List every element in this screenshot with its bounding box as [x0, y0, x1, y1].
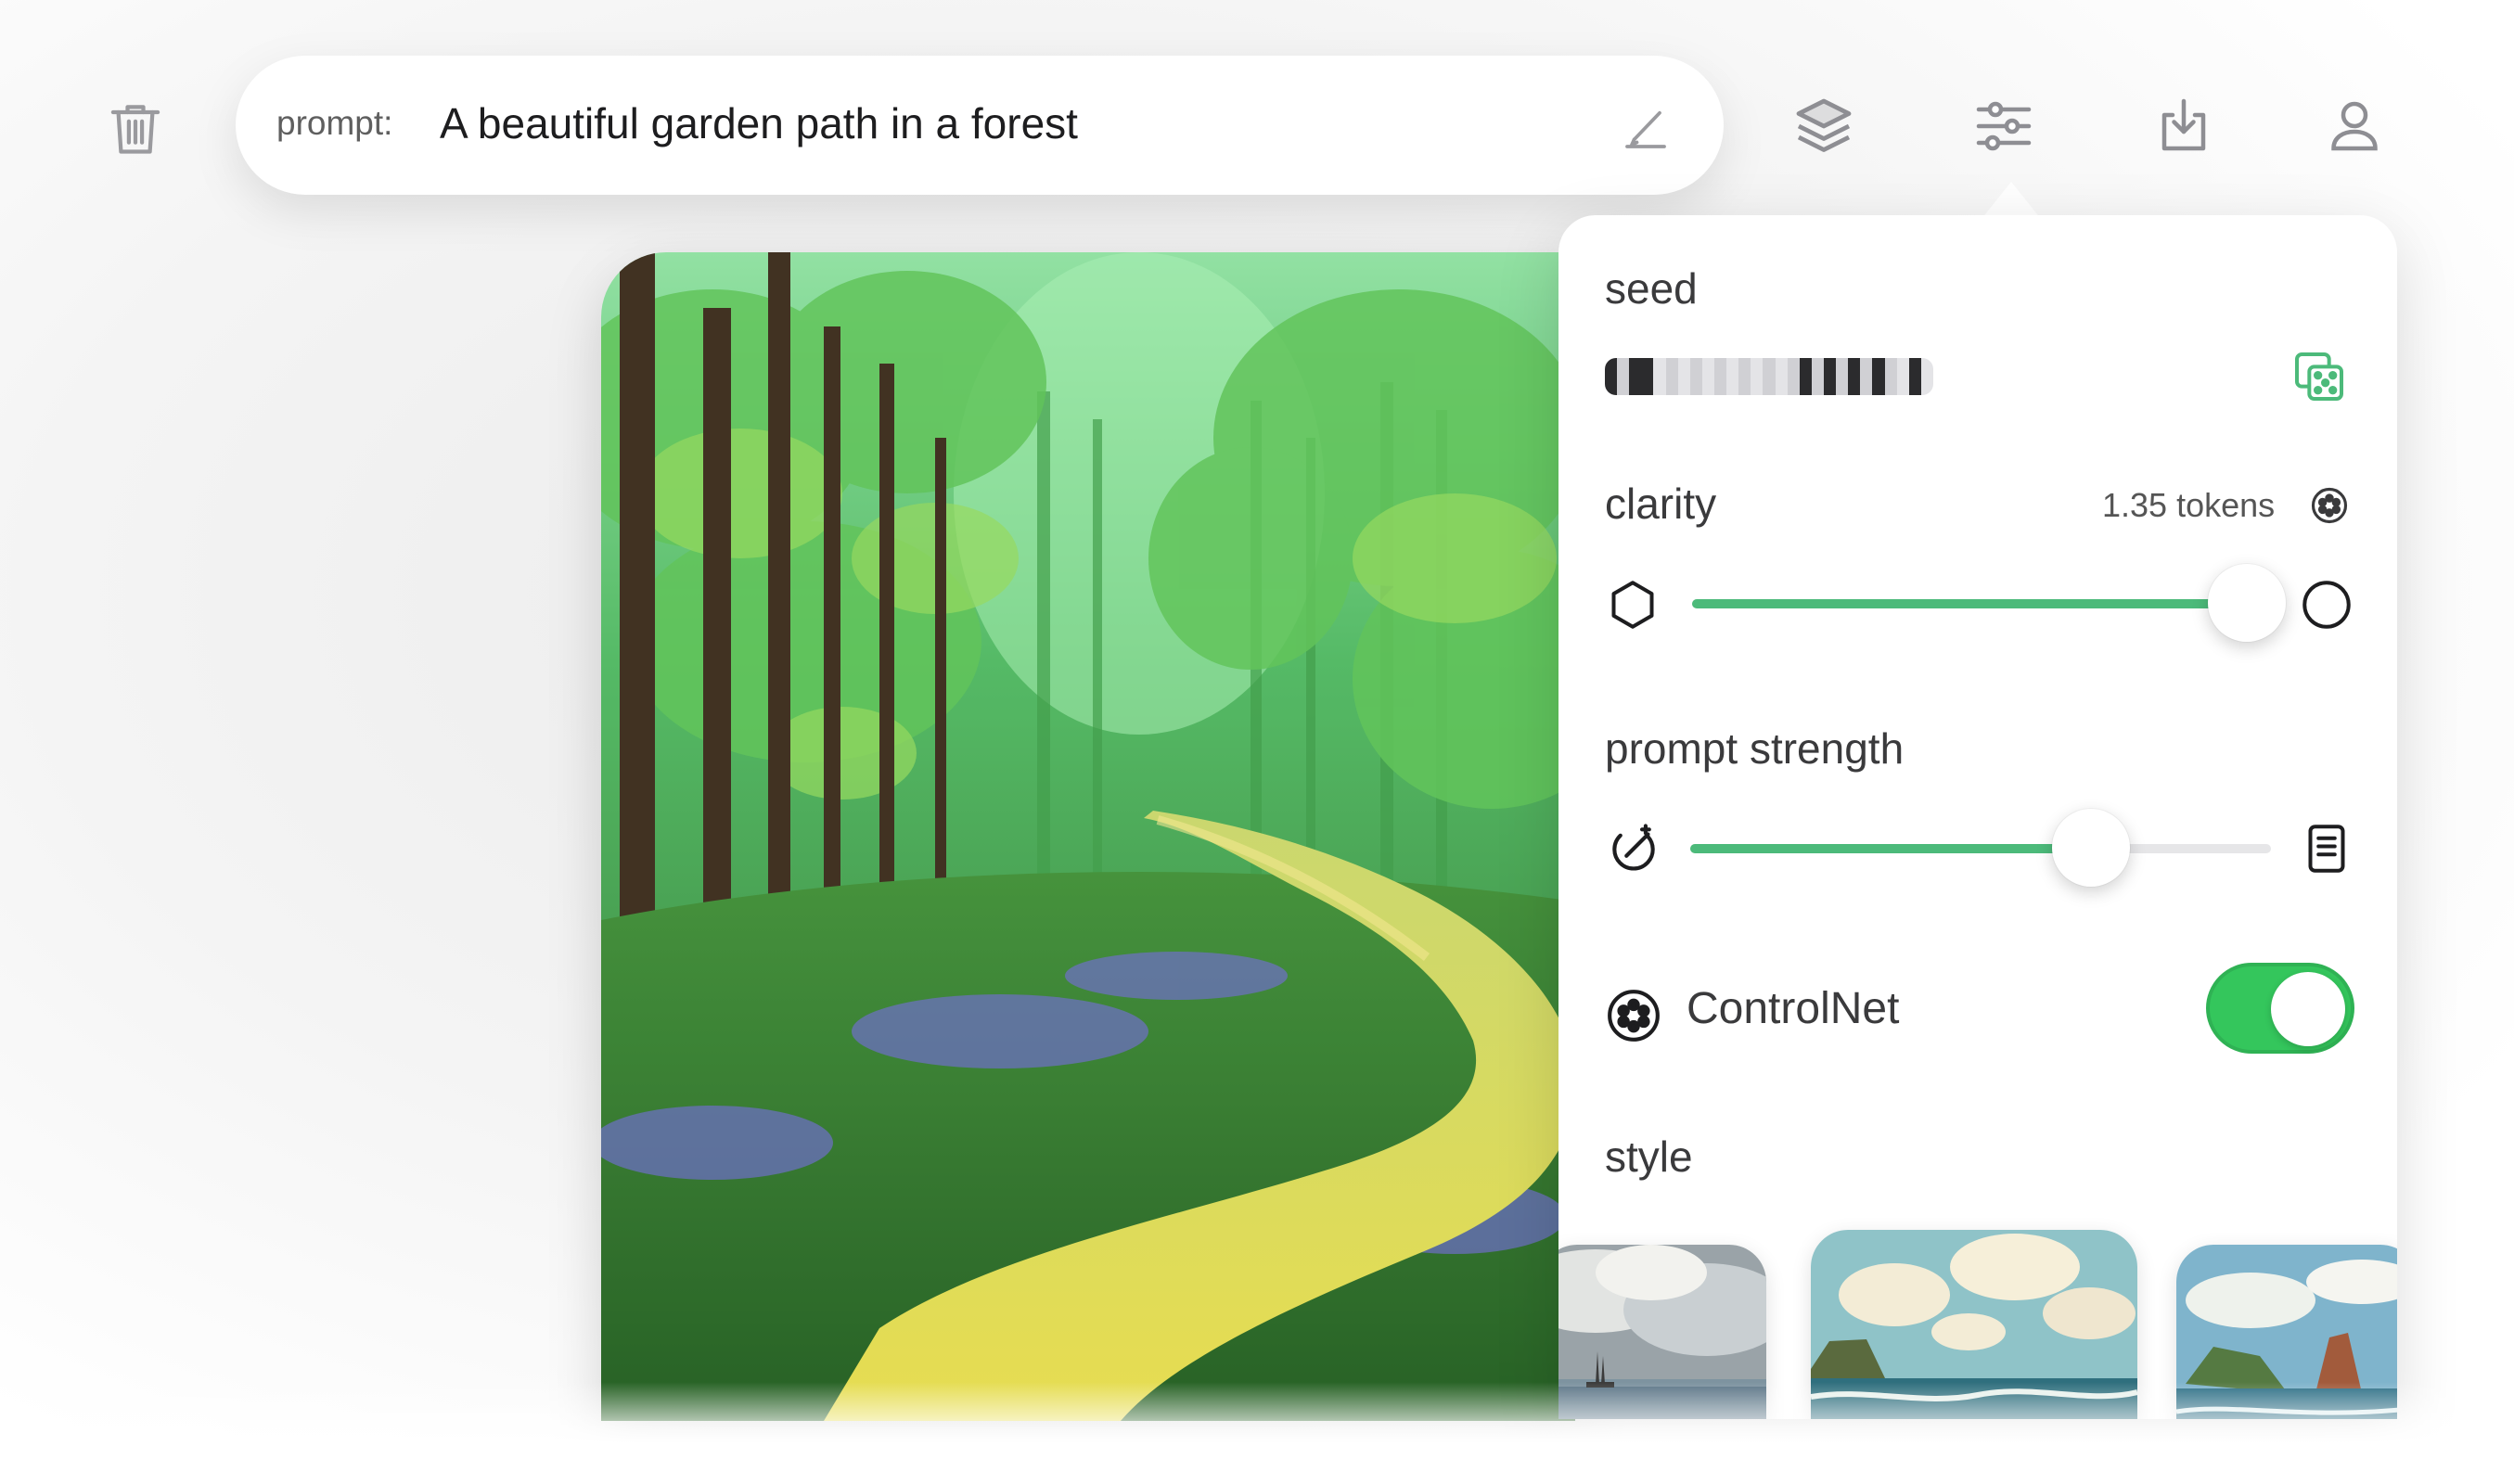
hexagon-icon — [1605, 577, 1661, 633]
seed-bar-segment — [1884, 358, 1897, 395]
seed-bar-segment — [1738, 358, 1751, 395]
dice-icon[interactable] — [2290, 347, 2349, 406]
seed-bar-segment — [1641, 358, 1654, 395]
seed-bar-segment — [1896, 358, 1909, 395]
seed-bar-segment — [1775, 358, 1788, 395]
seed-bar-segment — [1605, 358, 1618, 395]
download-icon[interactable] — [2150, 93, 2217, 160]
seed-bar-segment — [1799, 358, 1812, 395]
layers-icon[interactable] — [1790, 93, 1857, 160]
prompt-strength-label: prompt strength — [1605, 724, 1905, 773]
seed-bar-segment — [1908, 358, 1921, 395]
account-icon[interactable] — [2321, 93, 2388, 160]
trash-icon[interactable] — [104, 96, 167, 160]
prompt-strength-thumb[interactable] — [2051, 809, 2130, 887]
seed-bar-segment — [1751, 358, 1764, 395]
seed-label: seed — [1605, 264, 1698, 313]
prompt-strength-slider[interactable] — [1690, 809, 2271, 887]
clarity-label: clarity — [1605, 480, 1717, 528]
prompt-label: prompt: — [276, 104, 393, 142]
seed-barcode[interactable] — [1605, 358, 1933, 395]
circle-icon — [2299, 577, 2354, 633]
seed-bar-segment — [1860, 358, 1873, 395]
pen-icon[interactable] — [1618, 100, 1674, 156]
prompt-input[interactable]: A beautiful garden path in a forest — [440, 98, 1078, 148]
sliders-icon[interactable] — [1970, 93, 2037, 160]
seed-bar-segment — [1811, 358, 1824, 395]
seed-bar-segment — [1677, 358, 1690, 395]
seed-bar-segment — [1665, 358, 1678, 395]
tokens-cost: 1.35 tokens — [2102, 486, 2276, 524]
bottom-fade — [0, 1382, 2514, 1484]
seed-bar-segment — [1872, 358, 1885, 395]
token-icon — [2310, 486, 2349, 525]
controlnet-toggle-knob — [2271, 972, 2345, 1046]
seed-bar-segment — [1689, 358, 1702, 395]
document-icon — [2299, 820, 2354, 877]
seed-bar-segment — [1920, 358, 1933, 395]
seed-bar-segment — [1726, 358, 1739, 395]
seed-bar-segment — [1823, 358, 1837, 395]
style-label: style — [1605, 1132, 1693, 1181]
magic-wand-icon — [1605, 820, 1662, 877]
controlnet-icon — [1605, 987, 1662, 1044]
seed-bar-segment — [1701, 358, 1714, 395]
clarity-thumb[interactable] — [2207, 564, 2286, 642]
seed-bar-segment — [1836, 358, 1849, 395]
controlnet-label: ControlNet — [1687, 984, 1900, 1033]
popover-caret — [1982, 178, 2041, 219]
app-window: prompt: A beautiful garden path in a for… — [0, 0, 2514, 1484]
clarity-slider[interactable] — [1692, 564, 2286, 642]
controlnet-toggle[interactable] — [2206, 963, 2354, 1054]
seed-bar-segment — [1787, 358, 1800, 395]
clarity-fill — [1692, 599, 2247, 608]
seed-bar-segment — [1617, 358, 1630, 395]
settings-panel: seed clarity 1.35 tokens prompt strength… — [1558, 215, 2397, 1419]
prompt-bar[interactable]: prompt: A beautiful garden path in a for… — [236, 56, 1724, 195]
seed-bar-segment — [1848, 358, 1861, 395]
generated-image[interactable] — [601, 252, 1575, 1421]
seed-bar-segment — [1653, 358, 1666, 395]
seed-bar-segment — [1713, 358, 1727, 395]
prompt-strength-fill — [1690, 844, 2091, 853]
seed-bar-segment — [1629, 358, 1642, 395]
seed-bar-segment — [1763, 358, 1776, 395]
